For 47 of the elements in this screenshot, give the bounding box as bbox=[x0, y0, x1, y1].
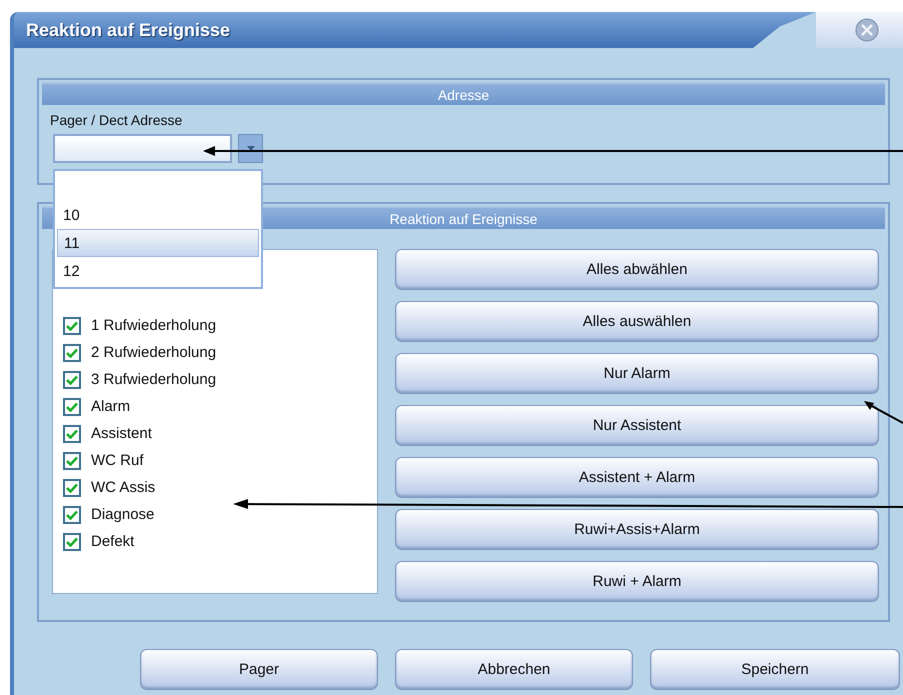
event-label: 3 Rufwiederholung bbox=[91, 371, 216, 388]
checkbox[interactable] bbox=[63, 532, 81, 550]
window-title: Reaktion auf Ereignisse bbox=[26, 20, 230, 40]
annotation-arrow bbox=[864, 401, 903, 424]
address-field[interactable] bbox=[53, 134, 232, 163]
checkbox[interactable] bbox=[63, 344, 81, 362]
event-label: WC Ruf bbox=[91, 452, 144, 469]
action-button[interactable]: Alles abwählen bbox=[395, 249, 879, 290]
action-button[interactable]: Nur Assistent bbox=[395, 405, 879, 446]
event-label: Diagnose bbox=[91, 506, 154, 523]
event-label: WC Assis bbox=[91, 479, 156, 496]
event-label: Defekt bbox=[91, 533, 134, 550]
action-button[interactable]: Ruwi + Alarm bbox=[395, 561, 879, 602]
checkmark-icon bbox=[66, 456, 78, 466]
event-label: Assistent bbox=[91, 425, 152, 442]
event-label: 1 Rufwiederholung bbox=[91, 317, 216, 334]
checkbox[interactable] bbox=[63, 506, 81, 524]
field-label: Pager / Dect Adresse bbox=[50, 112, 184, 128]
event-label: Alarm bbox=[91, 398, 130, 415]
action-button[interactable]: Assistent + Alarm bbox=[395, 457, 879, 498]
action-button[interactable]: Alles auswählen bbox=[395, 301, 879, 342]
dialog-button[interactable]: Pager bbox=[140, 649, 378, 690]
checkmark-icon bbox=[66, 374, 78, 384]
event-label: 2 Rufwiederholung bbox=[91, 344, 216, 361]
checkmark-icon bbox=[66, 536, 78, 546]
checkmark-icon bbox=[66, 402, 78, 412]
dropdown-option[interactable]: 11 bbox=[57, 229, 259, 257]
checkbox[interactable] bbox=[63, 398, 81, 416]
checkbox[interactable] bbox=[63, 478, 81, 496]
checkmark-icon bbox=[66, 510, 78, 520]
dialog-button[interactable]: Speichern bbox=[650, 649, 900, 690]
dropdown-option[interactable]: 12 bbox=[57, 257, 259, 285]
checkmark-icon bbox=[66, 482, 78, 492]
checkmark-icon bbox=[66, 428, 78, 438]
dropdown-button[interactable] bbox=[238, 134, 263, 163]
checkmark-icon bbox=[66, 320, 78, 330]
dialog-button[interactable]: Abbrechen bbox=[395, 649, 633, 690]
checkmark-icon bbox=[66, 348, 78, 358]
checkbox[interactable] bbox=[63, 452, 81, 470]
action-button[interactable]: Nur Alarm bbox=[395, 353, 879, 394]
group-header: Adresse bbox=[42, 82, 885, 105]
close-icon[interactable] bbox=[855, 18, 879, 42]
action-button[interactable]: Ruwi+Assis+Alarm bbox=[395, 509, 879, 550]
checkbox[interactable] bbox=[63, 424, 81, 442]
caret-icon bbox=[246, 146, 254, 151]
checkbox[interactable] bbox=[63, 316, 81, 334]
checkbox[interactable] bbox=[63, 370, 81, 388]
